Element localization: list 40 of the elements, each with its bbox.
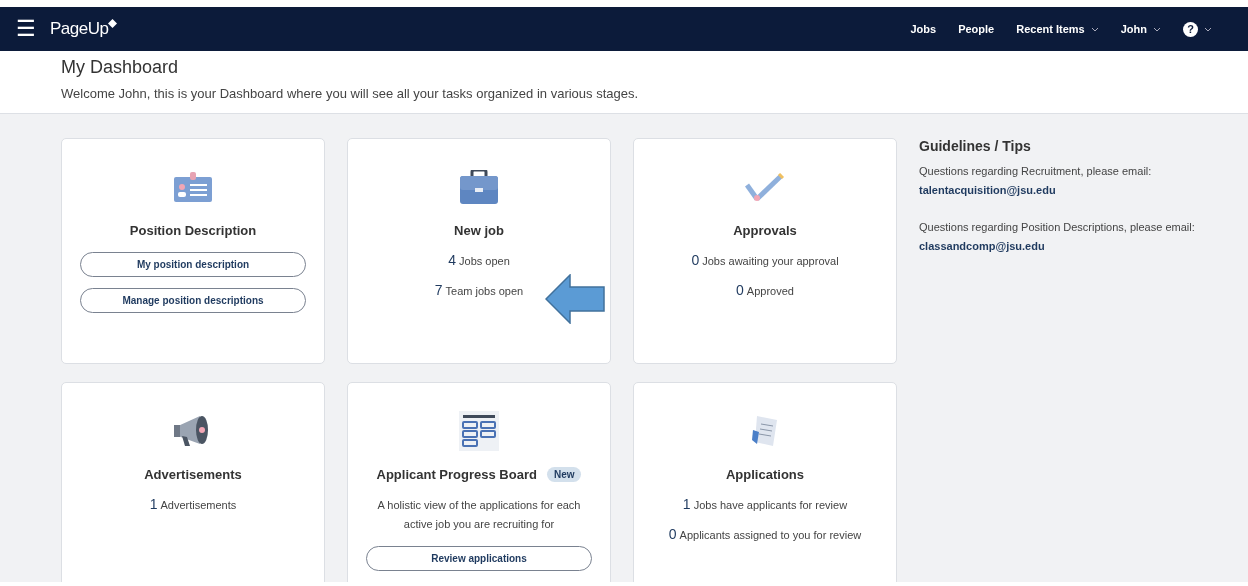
board-icon — [459, 411, 499, 451]
new-badge: New — [546, 467, 582, 482]
action-button[interactable]: My position description — [80, 252, 306, 277]
nav-link[interactable]: People — [958, 23, 995, 35]
tip-text: Questions regarding Recruitment, please email: talentacquisition@jsu.edu — [919, 164, 1153, 198]
chevron-down-icon — [1090, 26, 1099, 32]
email-link[interactable]: talentacquisition@jsu.edu — [919, 184, 1056, 196]
menu-icon[interactable]: ☰ — [16, 18, 36, 40]
stat-text[interactable]: 0 Applicants assigned to you for review — [668, 526, 862, 542]
tip-text: Questions regarding Position Descriptions, please email: classandcomp@jsu.edu — [919, 220, 1196, 254]
card-title: Approvals — [733, 223, 797, 238]
stat-text[interactable]: 7 Team jobs open — [434, 282, 524, 298]
checkmark-pencils-icon — [745, 173, 785, 201]
nav-link[interactable]: John — [1120, 23, 1161, 35]
page-title: My Dashboard — [61, 57, 180, 78]
chevron-down-icon — [1204, 26, 1212, 32]
card-description: A holistic view of the applications for each active job you are recruiting for — [376, 498, 582, 532]
stat-text[interactable]: 0 Jobs awaiting your approval — [691, 252, 839, 268]
card-title: Applications — [726, 467, 804, 482]
stat-text[interactable]: 1 Jobs have applicants for review — [682, 496, 848, 512]
chevron-down-icon — [1153, 26, 1161, 32]
id-card-icon — [174, 172, 212, 202]
stat-text[interactable]: 4 Jobs open — [448, 252, 510, 268]
card-title: Advertisements — [144, 467, 242, 482]
email-link[interactable]: classandcomp@jsu.edu — [919, 240, 1045, 252]
logo[interactable]: PageUp — [50, 19, 118, 39]
action-button[interactable]: Review applications — [366, 546, 592, 571]
nav-link[interactable]: Jobs — [910, 23, 937, 35]
left-arrow-annotation — [545, 274, 605, 324]
action-button[interactable]: Manage position descriptions — [80, 288, 306, 313]
diamond-icon — [108, 19, 118, 28]
stat-text[interactable]: 0 Approved — [736, 282, 794, 298]
card-title: New job — [454, 223, 504, 238]
nav-link[interactable]: Recent Items — [1016, 23, 1099, 35]
briefcase-icon — [460, 170, 498, 204]
card-title: Position Description — [129, 223, 257, 238]
stat-text[interactable]: 1 Advertisements — [149, 496, 237, 512]
card-title: Applicant Progress Board — [376, 467, 537, 482]
guidelines-title: Guidelines / Tips — [919, 138, 1032, 154]
welcome-text: Welcome John, this is your Dashboard where you will see all your tasks organized in various stages. — [61, 86, 640, 101]
